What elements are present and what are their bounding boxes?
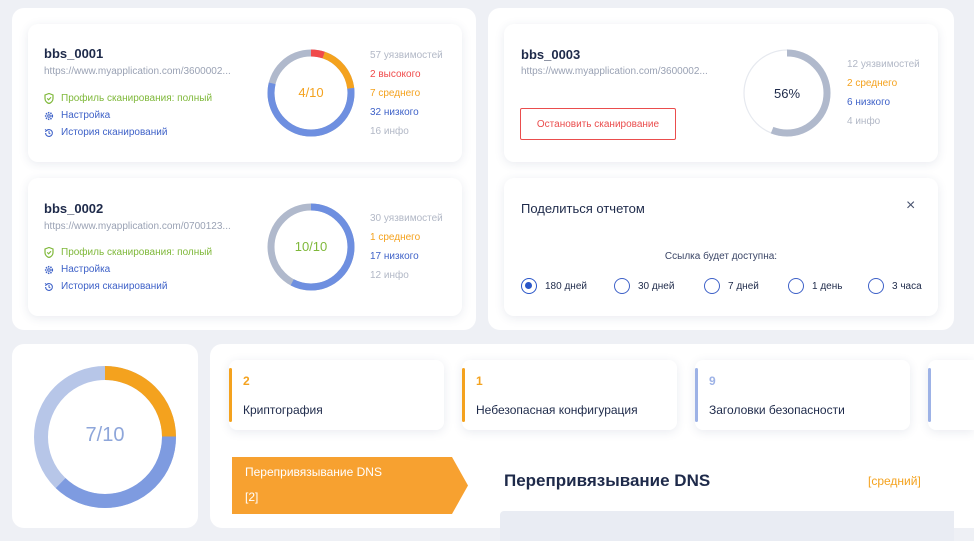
selected-vulnerability-tag[interactable]: Перепривязывание DNS [2]: [232, 457, 468, 514]
radio-label: 180 дней: [545, 280, 587, 292]
stat-low: 17 низкого: [370, 251, 419, 262]
stat-medium: 2 среднего: [847, 78, 898, 89]
stat-medium: 7 среднего: [370, 88, 421, 99]
stat-low: 6 низкого: [847, 97, 891, 108]
scan-profile-label: Профиль сканирования: полный: [61, 93, 213, 104]
scan-settings-link[interactable]: Настройка: [44, 110, 110, 121]
summary-score: 7/10: [85, 424, 125, 446]
severity-bar: [928, 368, 931, 422]
scan-card-bbs-0001[interactable]: bbs_0001 https://www.myapplication.com/3…: [28, 24, 462, 162]
share-report-card: Поделиться отчетом × Ссылка будет доступ…: [504, 178, 938, 316]
scan-settings-link[interactable]: Настройка: [44, 264, 110, 275]
progress-value: 56%: [773, 86, 801, 101]
scan-card-bbs-0002[interactable]: bbs_0002 https://www.myapplication.com/0…: [28, 178, 462, 316]
scan-history-link[interactable]: История сканирований: [44, 127, 167, 138]
score-value: 4/10: [298, 85, 324, 100]
shield-icon: [44, 93, 54, 104]
radio-label: 7 дней: [728, 280, 759, 292]
scan-history-label: История сканирований: [61, 127, 168, 138]
shield-icon: [44, 247, 54, 258]
scan-history-link[interactable]: История сканирований: [44, 281, 167, 292]
scan-settings-label: Настройка: [61, 264, 111, 275]
vuln-stats: 12 уязвимостей 2 среднего 6 низкого 4 ин…: [847, 55, 920, 131]
category-count: 2: [243, 374, 250, 388]
detail-title: Перепривязывание DNS: [504, 471, 711, 490]
category-card-security-headers[interactable]: 9 Заголовки безопасности: [695, 360, 910, 430]
stat-medium: 1 среднего: [370, 232, 421, 243]
scan-url[interactable]: https://www.myapplication.com/3600002...: [44, 66, 244, 77]
severity-bar: [462, 368, 465, 422]
radio-7-days[interactable]: 7 дней: [704, 278, 759, 294]
category-name: Заголовки безопасности: [709, 403, 845, 417]
scan-profile[interactable]: Профиль сканирования: полный: [44, 93, 212, 104]
category-card-crypto[interactable]: 2 Криптография: [229, 360, 444, 430]
radio-1-day[interactable]: 1 день: [788, 278, 842, 294]
category-count: 9: [709, 374, 716, 388]
scan-settings-label: Настройка: [61, 110, 111, 121]
scan-profile[interactable]: Профиль сканирования: полный: [44, 247, 212, 258]
gear-icon: [44, 265, 54, 274]
stop-scan-button[interactable]: Остановить сканирование: [520, 108, 676, 140]
category-name: Криптография: [243, 403, 323, 417]
detail-severity: [средний]: [868, 474, 921, 488]
share-title: Поделиться отчетом: [521, 201, 645, 216]
score-value: 10/10: [294, 239, 328, 254]
scan-card-bbs-0003[interactable]: bbs_0003 https://www.myapplication.com/3…: [504, 24, 938, 162]
tag-title: Перепривязывание DNS: [245, 465, 382, 479]
radio-button[interactable]: [704, 278, 720, 294]
radio-button[interactable]: [868, 278, 884, 294]
severity-bar: [229, 368, 232, 422]
scan-url[interactable]: https://www.myapplication.com/3600002...: [521, 66, 721, 77]
vuln-stats: 57 уязвимостей 2 высокого 7 среднего 32 …: [370, 46, 443, 141]
radio-180-days[interactable]: 180 дней: [521, 278, 587, 294]
category-card-partial[interactable]: [928, 360, 974, 430]
history-icon: [44, 282, 53, 291]
tag-count: [2]: [245, 490, 259, 504]
stat-info: 16 инфо: [370, 126, 409, 137]
severity-bar: [695, 368, 698, 422]
history-icon: [44, 128, 53, 137]
detail-content-area: [500, 511, 954, 541]
radio-30-days[interactable]: 30 дней: [614, 278, 674, 294]
stat-info: 12 инфо: [370, 270, 409, 281]
scan-name[interactable]: bbs_0003: [521, 47, 580, 62]
gear-icon: [44, 111, 54, 120]
radio-button[interactable]: [614, 278, 630, 294]
share-caption: Ссылка будет доступна:: [664, 251, 778, 262]
radio-label: 3 часа: [892, 280, 922, 292]
stat-low: 32 низкого: [370, 107, 419, 118]
category-name: Небезопасная конфигурация: [476, 403, 638, 417]
scan-profile-label: Профиль сканирования: полный: [61, 247, 213, 258]
stat-total: 30 уязвимостей: [370, 213, 443, 224]
scan-name[interactable]: bbs_0001: [44, 46, 103, 61]
scan-history-label: История сканирований: [61, 281, 168, 292]
category-card-insecure-config[interactable]: 1 Небезопасная конфигурация: [462, 360, 677, 430]
stat-total: 12 уязвимостей: [847, 59, 920, 70]
category-count: 1: [476, 374, 483, 388]
radio-label: 1 день: [812, 280, 843, 292]
stat-high: 2 высокого: [370, 69, 421, 80]
radio-button-checked[interactable]: [521, 278, 537, 294]
vuln-stats: 30 уязвимостей 1 среднего 17 низкого 12 …: [370, 209, 443, 285]
radio-3-hours[interactable]: 3 часа: [868, 278, 922, 294]
radio-button[interactable]: [788, 278, 804, 294]
scan-url[interactable]: https://www.myapplication.com/0700123...: [44, 221, 244, 232]
stat-info: 4 инфо: [847, 116, 881, 127]
scan-name[interactable]: bbs_0002: [44, 201, 103, 216]
close-icon[interactable]: ×: [906, 197, 915, 215]
radio-label: 30 дней: [638, 280, 675, 292]
stat-total: 57 уязвимостей: [370, 50, 443, 61]
